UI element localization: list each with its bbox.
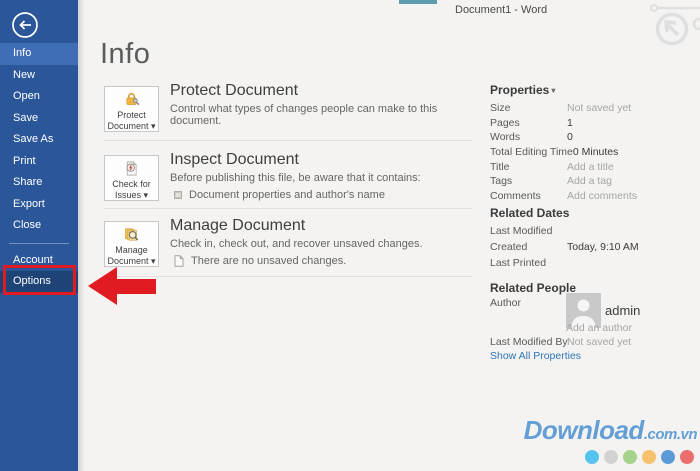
sidebar-item-print[interactable]: Print xyxy=(0,151,78,173)
page-title: Info xyxy=(100,38,150,71)
author-name: admin xyxy=(605,303,640,318)
sidebar-item-save-as[interactable]: Save As xyxy=(0,129,78,151)
document-properties-panel: Properties▾ SizeNot saved yet Pages1 Wor… xyxy=(490,0,696,471)
backstage-sidebar: Info New Open Save Save As Print Share E… xyxy=(0,0,78,471)
button-label: ProtectDocument ▾ xyxy=(107,110,155,131)
inspect-bullet: Document properties and author's name xyxy=(170,189,470,201)
date-row: CreatedToday, 9:10 AM xyxy=(490,239,696,255)
property-row: CommentsAdd comments xyxy=(490,189,696,204)
manage-bullet: There are no unsaved changes. xyxy=(170,255,470,267)
lock-key-icon xyxy=(120,91,143,108)
add-tag-field[interactable]: Add a tag xyxy=(567,175,612,187)
related-dates-rows: Last Modified CreatedToday, 9:10 AM Last… xyxy=(490,223,696,271)
sidebar-item-export[interactable]: Export xyxy=(0,194,78,216)
brand-dot xyxy=(680,450,694,464)
property-row: Pages1 xyxy=(490,116,696,131)
last-modified-by-label: Last Modified By xyxy=(490,336,568,348)
sidebar-item-open[interactable]: Open xyxy=(0,86,78,108)
section-heading: Protect Document xyxy=(170,82,470,100)
sidebar-edge-shadow xyxy=(78,0,85,471)
section-description: Check in, check out, and recover unsaved… xyxy=(170,238,470,250)
properties-rows: SizeNot saved yet Pages1 Words0 Total Ed… xyxy=(490,101,696,203)
back-arrow-icon xyxy=(11,11,39,39)
manage-document-section: ManageDocument ▾ Manage Document Check i… xyxy=(104,221,472,277)
add-author-field[interactable]: Add an author xyxy=(566,322,632,334)
property-row: TagsAdd a tag xyxy=(490,174,696,189)
protect-document-button[interactable]: ProtectDocument ▾ xyxy=(104,86,159,132)
sidebar-item-save[interactable]: Save xyxy=(0,108,78,130)
brand-dot xyxy=(642,450,656,464)
brand-dot xyxy=(585,450,599,464)
property-row: SizeNot saved yet xyxy=(490,101,696,116)
property-row: Total Editing Time0 Minutes xyxy=(490,145,696,160)
capture-logo-watermark xyxy=(644,0,700,52)
backstage-nav: Info New Open Save Save As Print Share E… xyxy=(0,43,78,293)
properties-heading[interactable]: Properties▾ xyxy=(490,83,555,97)
sidebar-item-info[interactable]: Info xyxy=(0,43,78,65)
chevron-down-icon: ▾ xyxy=(551,86,555,95)
teal-strip xyxy=(399,0,437,4)
sidebar-item-close[interactable]: Close xyxy=(0,215,78,237)
date-row: Last Printed xyxy=(490,255,696,271)
word-backstage-window: Document1 - Word Info New Open Save Save… xyxy=(0,0,700,471)
show-all-properties-link[interactable]: Show All Properties xyxy=(490,350,581,362)
sidebar-item-share[interactable]: Share xyxy=(0,172,78,194)
brand-dot xyxy=(604,450,618,464)
property-row: TitleAdd a title xyxy=(490,159,696,174)
date-row: Last Modified xyxy=(490,223,696,239)
author-label: Author xyxy=(490,297,521,309)
section-description: Before publishing this file, be aware th… xyxy=(170,172,470,184)
section-heading: Manage Document xyxy=(170,217,470,235)
related-dates-heading: Related Dates xyxy=(490,206,569,220)
check-for-issues-button[interactable]: Check forIssues ▾ xyxy=(104,155,159,201)
inspect-document-section: Check forIssues ▾ Inspect Document Befor… xyxy=(104,155,472,209)
add-title-field[interactable]: Add a title xyxy=(567,161,614,173)
brand-dot xyxy=(661,450,675,464)
downloadvn-watermark: Download.com.vn xyxy=(524,415,697,464)
last-modified-by-value: Not saved yet xyxy=(567,336,631,348)
inspect-document-icon xyxy=(120,160,143,177)
button-label: Check forIssues ▾ xyxy=(112,179,151,200)
related-people-heading: Related People xyxy=(490,281,576,295)
section-description: Control what types of changes people can… xyxy=(170,103,470,127)
watermark-text: Download.com.vn xyxy=(524,415,697,446)
document-properties-icon xyxy=(174,191,182,199)
back-button[interactable] xyxy=(11,11,39,39)
protect-document-section: ProtectDocument ▾ Protect Document Contr… xyxy=(104,86,472,141)
property-row: Words0 xyxy=(490,130,696,145)
add-comments-field[interactable]: Add comments xyxy=(567,190,637,202)
watermark-dots xyxy=(524,450,697,464)
window-title: Document1 - Word xyxy=(455,4,547,16)
section-heading: Inspect Document xyxy=(170,151,470,169)
brand-dot xyxy=(623,450,637,464)
options-pointer-arrow xyxy=(60,258,156,308)
unsaved-document-icon xyxy=(174,255,184,267)
sidebar-item-new[interactable]: New xyxy=(0,65,78,87)
manage-document-icon xyxy=(120,226,143,243)
sidebar-divider xyxy=(9,243,69,244)
